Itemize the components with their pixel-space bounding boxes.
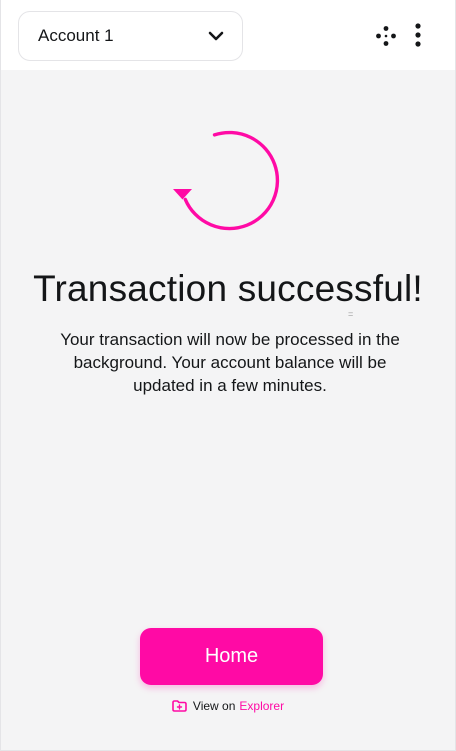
app-frame: Account 1 Transaction successful! = Your… xyxy=(0,0,456,751)
explorer-label: Explorer xyxy=(239,699,285,713)
refresh-arrow-icon xyxy=(161,120,301,260)
folder-icon xyxy=(172,700,187,712)
header-bar: Account 1 xyxy=(1,0,455,70)
kebab-menu-icon[interactable] xyxy=(409,22,427,48)
chevron-down-icon xyxy=(206,26,226,46)
account-selector[interactable]: Account 1 xyxy=(18,11,243,61)
decorative-mark: = xyxy=(348,309,354,319)
view-on-explorer-link[interactable]: View on Explorer xyxy=(1,699,455,713)
status-description: Your transaction will now be processed i… xyxy=(60,330,400,395)
network-icon[interactable] xyxy=(375,25,397,47)
page-title: Transaction successful! xyxy=(33,268,423,309)
home-button[interactable]: Home xyxy=(140,628,323,685)
explorer-prefix: View on xyxy=(192,699,236,713)
account-label: Account 1 xyxy=(38,26,114,45)
